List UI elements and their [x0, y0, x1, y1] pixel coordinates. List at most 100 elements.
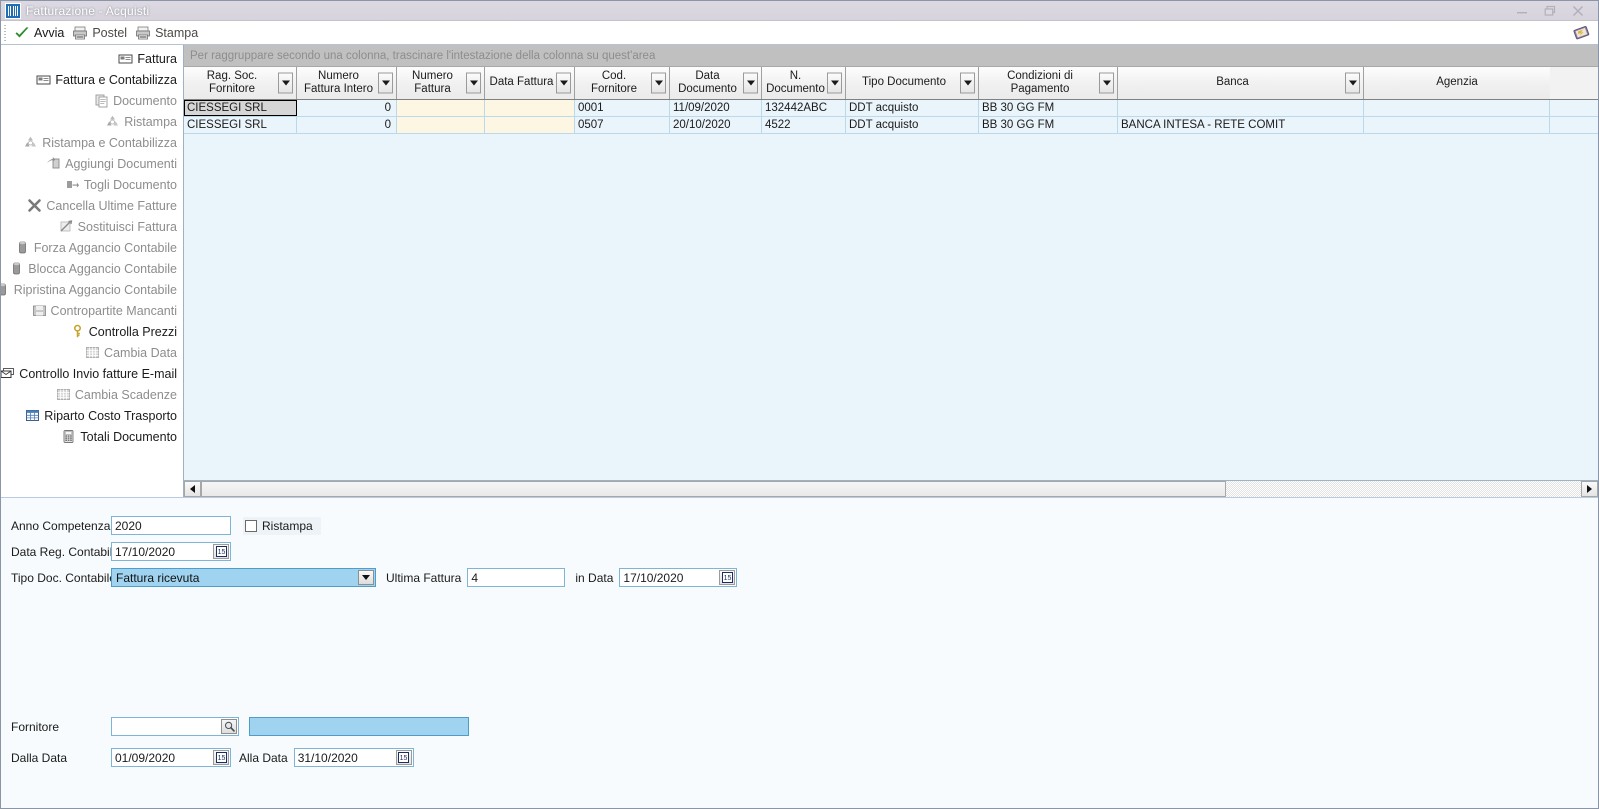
sidebar-item-riparto-costo-trasporto[interactable]: Riparto Costo Trasporto [1, 405, 183, 426]
grid-header-row: Rag. Soc. Fornitore Numero Fattura Inter… [184, 67, 1598, 100]
input-dalla-data[interactable]: 01/09/2020 15 [111, 748, 231, 767]
sidebar-item-fattura[interactable]: Fattura [1, 48, 183, 69]
column-filter-button[interactable] [1345, 72, 1360, 94]
column-filter-button[interactable] [466, 72, 481, 94]
cell-agenzia[interactable] [1364, 100, 1550, 116]
select-tipo-doc-contabile[interactable]: Fattura ricevuta [111, 568, 376, 587]
input-in-data[interactable]: 17/10/2020 15 [619, 568, 738, 587]
cell-tipo-documento[interactable]: DDT acquisto [846, 100, 979, 116]
cell-data-fattura[interactable] [485, 117, 575, 133]
close-button[interactable] [1564, 2, 1592, 20]
scroll-left-button[interactable] [184, 481, 201, 497]
sidebar-item-cancella-ultime-fatture[interactable]: Cancella Ultime Fatture [1, 195, 183, 216]
sidebar-item-blocca-aggancio-contabile[interactable]: Blocca Aggancio Contabile [1, 258, 183, 279]
column-filter-button[interactable] [556, 72, 571, 94]
cell-data-documento[interactable]: 20/10/2020 [670, 117, 762, 133]
calendar-button[interactable]: 15 [395, 750, 412, 765]
sidebar-item-contropartite-mancanti[interactable]: Contropartite Mancanti [1, 300, 183, 321]
cell-tipo-documento[interactable]: DDT acquisto [846, 117, 979, 133]
toolbar-button-postel[interactable]: Postel [70, 23, 133, 43]
grid-column-header[interactable]: Agenzia [1364, 67, 1550, 99]
replace-icon [60, 220, 72, 232]
input-ultima-fattura[interactable]: 4 [467, 568, 566, 587]
help-book-button[interactable] [1572, 23, 1592, 43]
fornitore-description-field[interactable] [249, 717, 469, 736]
grid-horizontal-scrollbar[interactable] [184, 480, 1598, 497]
grid-icon [86, 347, 99, 358]
cell-numero-fattura[interactable] [397, 117, 485, 133]
cell-numero-fattura[interactable] [397, 100, 485, 116]
cell-rag-soc-fornitore[interactable]: CIESSEGI SRL [184, 117, 297, 133]
column-filter-button[interactable] [743, 72, 758, 94]
scrollbar-track[interactable] [1226, 481, 1581, 497]
cell-numero-fattura-intero[interactable]: 0 [297, 117, 397, 133]
sidebar-item-documento[interactable]: Documento [1, 90, 183, 111]
sidebar-item-totali-documento[interactable]: Totali Documento [1, 426, 183, 447]
table-row[interactable]: CIESSEGI SRL 0 0001 11/09/2020 132442ABC… [184, 100, 1598, 117]
grid-column-header[interactable]: Tipo Documento [846, 67, 979, 99]
sidebar-item-aggiungi-documenti[interactable]: Aggiungi Documenti [1, 153, 183, 174]
sidebar-label: Controlla Prezzi [88, 324, 177, 339]
cell-banca[interactable]: BANCA INTESA - RETE COMIT [1118, 117, 1364, 133]
toolbar-grip[interactable] [3, 23, 9, 42]
sidebar-item-fattura-e-contabilizza[interactable]: Fattura e Contabilizza [1, 69, 183, 90]
column-filter-button[interactable] [278, 72, 293, 94]
grid-column-header[interactable]: Numero Fattura [397, 67, 485, 99]
sidebar-item-forza-aggancio-contabile[interactable]: Forza Aggancio Contabile [1, 237, 183, 258]
calendar-button[interactable]: 15 [213, 544, 229, 559]
grid-column-header[interactable]: Numero Fattura Intero [297, 67, 397, 99]
minimize-button[interactable] [1508, 2, 1536, 20]
grid-column-header[interactable]: Data Fattura [485, 67, 575, 99]
toolbar-button-stampa[interactable]: Stampa [133, 23, 204, 43]
sidebar-label: Fattura [137, 51, 177, 66]
sidebar-item-sostituisci-fattura[interactable]: Sostituisci Fattura [1, 216, 183, 237]
grid-column-header[interactable]: Banca [1118, 67, 1364, 99]
cell-cod-fornitore[interactable]: 0507 [575, 117, 670, 133]
sidebar-item-ristampa-e-contabilizza[interactable]: Ristampa e Contabilizza [1, 132, 183, 153]
scrollbar-thumb[interactable] [201, 481, 1226, 497]
sidebar-item-ristampa[interactable]: Ristampa [1, 111, 183, 132]
table-row[interactable]: CIESSEGI SRL 0 0507 20/10/2020 4522 DDT … [184, 117, 1598, 134]
toolbar-button-avvia[interactable]: Avvia [12, 23, 70, 43]
cell-numero-fattura-intero[interactable]: 0 [297, 100, 397, 116]
column-filter-button[interactable] [651, 72, 666, 94]
input-anno-competenza[interactable]: 2020 [111, 516, 231, 535]
cell-cod-fornitore[interactable]: 0001 [575, 100, 670, 116]
cell-condizioni-pagamento[interactable]: BB 30 GG FM [979, 100, 1118, 116]
scroll-right-button[interactable] [1581, 481, 1598, 497]
field-ristampa[interactable]: Ristampa [243, 516, 321, 535]
sidebar-item-controlla-prezzi[interactable]: Controlla Prezzi [1, 321, 183, 342]
fornitore-search-button[interactable] [221, 719, 237, 734]
calendar-button[interactable]: 15 [213, 750, 229, 765]
cell-agenzia[interactable] [1364, 117, 1550, 133]
input-fornitore[interactable] [111, 717, 239, 736]
column-filter-button[interactable] [827, 72, 842, 94]
column-filter-button[interactable] [378, 72, 393, 94]
sidebar-item-cambia-scadenze[interactable]: Cambia Scadenze [1, 384, 183, 405]
input-alla-data[interactable]: 31/10/2020 15 [293, 748, 414, 767]
cell-data-documento[interactable]: 11/09/2020 [670, 100, 762, 116]
cell-data-fattura[interactable] [485, 100, 575, 116]
cell-banca[interactable] [1118, 100, 1364, 116]
calendar-button[interactable]: 15 [719, 570, 736, 585]
cell-condizioni-pagamento[interactable]: BB 30 GG FM [979, 117, 1118, 133]
sidebar-item-togli-documento[interactable]: Togli Documento [1, 174, 183, 195]
checkbox-ristampa[interactable] [245, 519, 257, 532]
dropdown-button[interactable] [358, 570, 374, 585]
grid-column-header[interactable]: Cod. Fornitore [575, 67, 670, 99]
input-data-reg-contabile[interactable]: 17/10/2020 15 [111, 542, 231, 561]
cell-rag-soc-fornitore[interactable]: CIESSEGI SRL [184, 100, 297, 116]
sidebar-item-cambia-data[interactable]: Cambia Data [1, 342, 183, 363]
cell-n-documento[interactable]: 4522 [762, 117, 846, 133]
sidebar-item-controllo-invio-fatture-email[interactable]: Controllo Invio fatture E-mail [1, 363, 183, 384]
cell-n-documento[interactable]: 132442ABC [762, 100, 846, 116]
grid-column-header[interactable]: Data Documento [670, 67, 762, 99]
group-by-panel[interactable]: Per raggruppare secondo una colonna, tra… [184, 45, 1598, 67]
column-filter-button[interactable] [1099, 72, 1114, 94]
sidebar-item-ripristina-aggancio-contabile[interactable]: Ripristina Aggancio Contabile [1, 279, 183, 300]
grid-column-header[interactable]: Condizioni di Pagamento [979, 67, 1118, 99]
grid-column-header[interactable]: Rag. Soc. Fornitore [184, 67, 297, 99]
restore-button[interactable] [1536, 2, 1564, 20]
column-filter-button[interactable] [960, 72, 975, 94]
grid-column-header[interactable]: N. Documento [762, 67, 846, 99]
